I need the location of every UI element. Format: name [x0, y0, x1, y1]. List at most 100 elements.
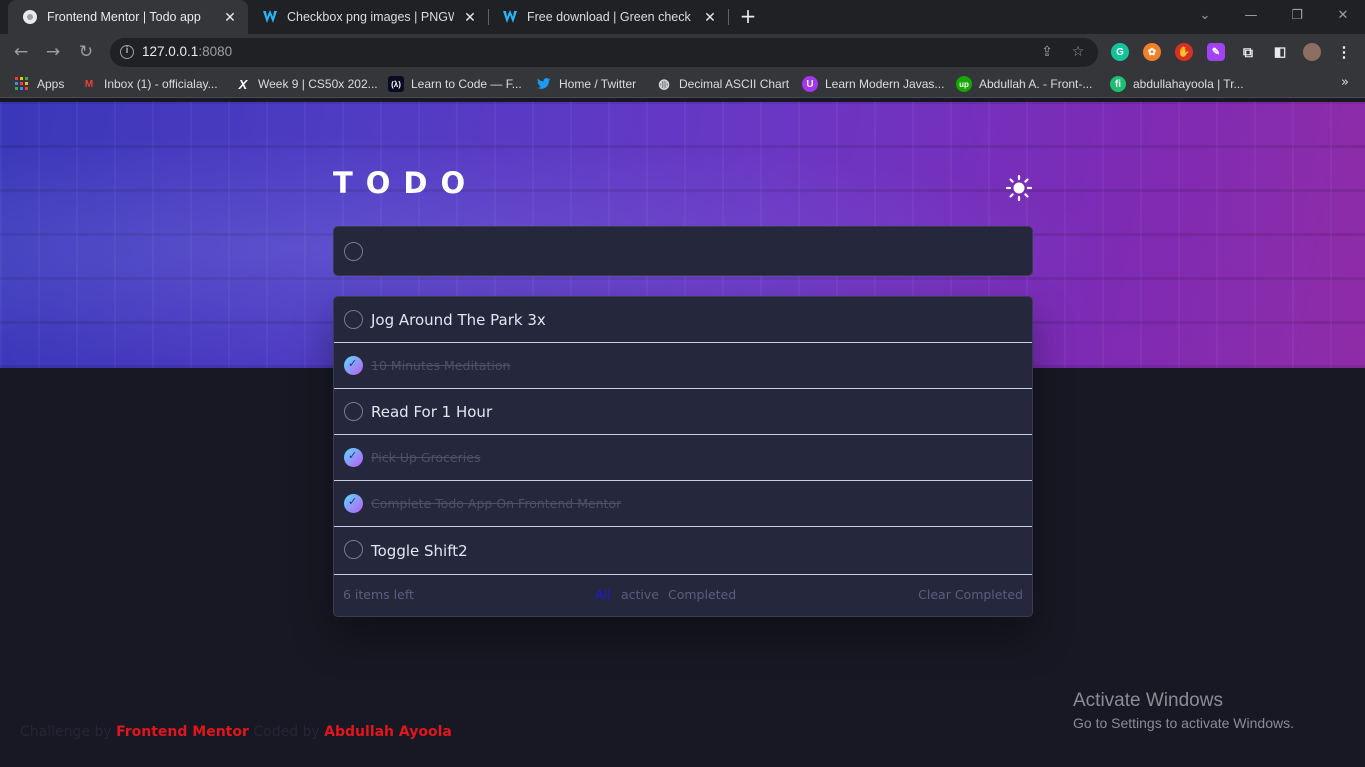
url-host: 127.0.0.1	[142, 44, 199, 59]
freecodecamp-icon: (λ)	[388, 76, 404, 92]
extension-red-hand-icon[interactable]: ✋	[1175, 43, 1193, 61]
todo-checkbox-checked[interactable]	[344, 356, 363, 375]
bookmark-ascii-chart[interactable]: ◍ Decimal ASCII Chart	[656, 76, 789, 92]
close-tab-icon[interactable]: ✕	[702, 9, 718, 26]
theme-toggle-sun-icon[interactable]	[1005, 174, 1033, 202]
todo-item[interactable]: Pick Up Groceries	[334, 435, 1032, 481]
app-title: TODO	[333, 166, 479, 200]
bookmarks-bar: Apps M Inbox (1) - officialay... X Week …	[0, 70, 1365, 98]
filter-all-button[interactable]: All	[595, 587, 611, 602]
bookmark-label: Abdullah A. - Front-...	[979, 77, 1093, 91]
side-panel-icon[interactable]: ◧	[1271, 43, 1289, 61]
forward-arrow-icon[interactable]: →	[42, 41, 64, 63]
close-window-button[interactable]: ✕	[1320, 0, 1365, 30]
bookmark-star-icon[interactable]: ☆	[1069, 43, 1087, 61]
items-left-count: 6 items left	[343, 587, 414, 602]
url-port: :8080	[198, 44, 233, 59]
filter-active-button[interactable]: active	[621, 587, 659, 602]
profile-avatar[interactable]	[1303, 43, 1321, 61]
bookmark-upwork[interactable]: up Abdullah A. - Front-...	[956, 76, 1092, 92]
bookmark-label: Week 9 | CS50x 202...	[258, 77, 378, 91]
address-bar[interactable]: i 127.0.0.1:8080 ⇪ ☆	[110, 38, 1098, 67]
watermark-heading: Activate Windows	[1073, 690, 1223, 711]
attribution-middle: Coded by	[253, 724, 320, 740]
tab-todo-app[interactable]: Frontend Mentor | Todo app ✕	[8, 0, 248, 34]
apps-grid-icon	[14, 76, 30, 92]
tab-green-check[interactable]: Free download | Green check illus ✕	[488, 0, 728, 34]
minimize-button[interactable]: —	[1228, 0, 1274, 30]
globe-icon: ◍	[658, 76, 670, 91]
tab-search-chevron-icon[interactable]: ⌄	[1182, 0, 1228, 30]
todo-text: Toggle Shift2	[371, 541, 468, 560]
todo-item[interactable]: Jog Around The Park 3x	[334, 297, 1032, 343]
gmail-icon: M	[84, 78, 94, 90]
bookmark-fiverr[interactable]: fi abdullahayoola | Tr...	[1110, 76, 1244, 92]
todo-checkbox[interactable]	[344, 540, 363, 559]
attribution-prefix: Challenge by	[20, 724, 112, 740]
todo-text: Read For 1 Hour	[371, 402, 493, 421]
close-tab-icon[interactable]: ✕	[462, 9, 478, 26]
todo-text: Complete Todo App On Frontend Mentor	[371, 496, 622, 511]
bookmark-modern-js[interactable]: U Learn Modern Javas...	[802, 76, 944, 92]
bookmark-cs50[interactable]: X Week 9 | CS50x 202...	[235, 76, 378, 92]
back-arrow-icon[interactable]: ←	[10, 41, 32, 63]
new-todo-box	[333, 226, 1033, 276]
reload-icon[interactable]: ↻	[75, 41, 97, 63]
browser-menu-icon[interactable]: ⋮	[1335, 43, 1353, 61]
todo-item[interactable]: Read For 1 Hour	[334, 389, 1032, 435]
extensions-puzzle-icon[interactable]: ⧉	[1239, 43, 1257, 61]
attribution: Challenge by Frontend Mentor Coded by Ab…	[20, 724, 452, 740]
bookmark-label: Learn Modern Javas...	[825, 77, 945, 91]
todo-checkbox[interactable]	[344, 310, 363, 329]
tab-divider	[728, 9, 729, 25]
new-todo-input[interactable]	[384, 227, 1014, 275]
todo-item[interactable]: 10 Minutes Meditation	[334, 343, 1032, 389]
x-logo-icon: X	[238, 76, 248, 92]
todo-text: 10 Minutes Meditation	[371, 358, 511, 373]
pngwing-favicon-icon	[262, 9, 278, 25]
todo-checkbox-checked[interactable]	[344, 448, 363, 467]
u-logo-icon: U	[802, 76, 818, 92]
watermark-subtext: Go to Settings to activate Windows.	[1073, 715, 1294, 731]
new-todo-checkbox[interactable]	[344, 242, 363, 261]
todo-text: Pick Up Groceries	[371, 450, 481, 465]
bookmark-freecodecamp[interactable]: (λ) Learn to Code — F...	[388, 76, 522, 92]
grammarly-extension-icon[interactable]: G	[1111, 43, 1129, 61]
bookmark-label: abdullahayoola | Tr...	[1133, 77, 1244, 91]
extension-purple-icon[interactable]: ✎	[1207, 43, 1225, 61]
tab-title: Checkbox png images | PNGWing	[287, 10, 454, 24]
bookmark-label: Learn to Code — F...	[411, 77, 522, 91]
twitter-icon	[536, 76, 552, 92]
filter-completed-button[interactable]: Completed	[668, 587, 736, 602]
todo-item[interactable]: Complete Todo App On Frontend Mentor	[334, 481, 1032, 527]
bookmark-label: Apps	[37, 77, 65, 91]
bookmarks-overflow-icon[interactable]: »	[1341, 75, 1349, 90]
address-url: 127.0.0.1:8080	[142, 44, 232, 59]
frontend-mentor-link[interactable]: Frontend Mentor	[116, 724, 249, 740]
new-tab-button[interactable]: +	[738, 6, 758, 27]
clear-completed-button[interactable]: Clear Completed	[918, 587, 1023, 602]
bookmark-label: Home / Twitter	[559, 77, 637, 91]
close-tab-icon[interactable]: ✕	[222, 9, 238, 26]
browser-toolbar: ← → ↻ i 127.0.0.1:8080 ⇪ ☆ G ✿ ✋ ✎ ⧉ ◧ ⋮	[0, 34, 1365, 70]
tab-pngwing[interactable]: Checkbox png images | PNGWing ✕	[248, 0, 488, 34]
bookmark-apps[interactable]: Apps	[14, 76, 64, 92]
bookmark-twitter[interactable]: Home / Twitter	[536, 76, 636, 92]
extension-orange-icon[interactable]: ✿	[1143, 43, 1161, 61]
author-link[interactable]: Abdullah Ayoola	[324, 724, 452, 740]
todo-item[interactable]: Toggle Shift2	[334, 527, 1032, 575]
pngwing-favicon-icon	[502, 9, 518, 25]
site-info-icon[interactable]: i	[120, 45, 134, 59]
share-icon[interactable]: ⇪	[1038, 43, 1056, 61]
bookmark-gmail[interactable]: M Inbox (1) - officialay...	[81, 76, 218, 92]
tab-title: Frontend Mentor | Todo app	[47, 10, 201, 24]
tab-title: Free download | Green check illus	[527, 10, 694, 24]
bookmark-label: Inbox (1) - officialay...	[104, 77, 218, 91]
todo-checkbox[interactable]	[344, 402, 363, 421]
todo-text: Jog Around The Park 3x	[371, 310, 546, 329]
todo-checkbox-checked[interactable]	[344, 494, 363, 513]
bookmark-label: Decimal ASCII Chart	[679, 77, 790, 91]
fiverr-icon: fi	[1110, 76, 1126, 92]
upwork-icon: up	[956, 76, 972, 92]
restore-button[interactable]: ❐	[1274, 0, 1320, 30]
